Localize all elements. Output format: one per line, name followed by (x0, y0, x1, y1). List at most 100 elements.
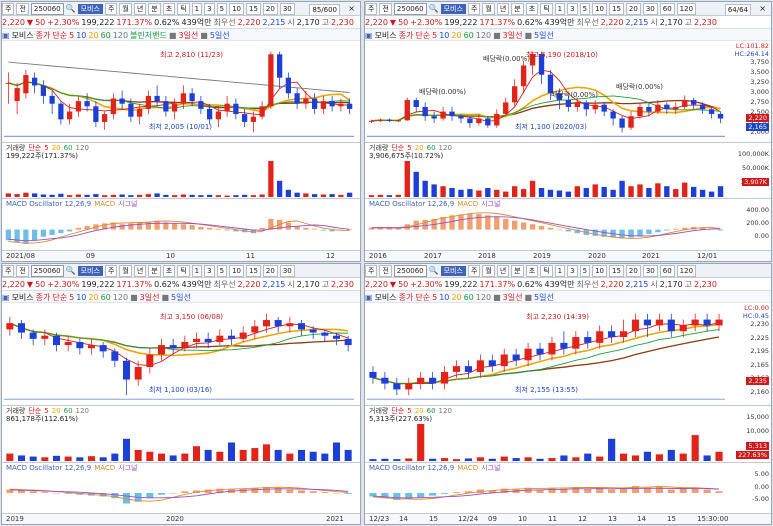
volume-plot[interactable] (367, 143, 725, 197)
dividend-event[interactable]: 배당락(0.00%) (483, 54, 530, 64)
minute-button[interactable]: 5 (216, 265, 228, 277)
minute-button[interactable]: 5 (216, 3, 228, 15)
period-button[interactable]: 년 (133, 265, 147, 277)
legend-checkbox[interactable]: ■ (169, 29, 177, 40)
minute-button[interactable]: 15 (245, 265, 261, 277)
menu-main-button[interactable]: 주 (365, 265, 378, 277)
close-icon[interactable]: × (348, 2, 355, 15)
period-button[interactable]: 년 (496, 265, 510, 277)
minute-button[interactable]: 20 (262, 3, 278, 15)
collapse-icon[interactable]: ▣ (2, 291, 10, 302)
stock-code-input[interactable]: 250060 (30, 265, 64, 277)
legend-checkbox[interactable]: ■ (161, 291, 169, 302)
menu-sub-button[interactable]: 전 (379, 3, 392, 15)
macd-plot[interactable] (367, 463, 725, 513)
period-button[interactable]: 틱 (540, 265, 553, 277)
menu-main-button[interactable]: 주 (2, 3, 15, 15)
volume-plot[interactable] (4, 406, 354, 461)
period-button[interactable]: 주 (467, 3, 481, 15)
period-button[interactable]: 주 (467, 265, 481, 277)
minute-button[interactable]: 20 (625, 265, 641, 277)
chart-pane-minute[interactable]: 주 전 250060 🔍 모비스 주 월 년 분 초 틱 1 3 5 10 15 20 30 60 120 2,220 ▼… (364, 263, 772, 525)
chart-pane-weekly[interactable]: 주 전 250060 🔍 모비스 주 월 년 분 초 틱 1 3 5 10 15 20 30 60 120 64/64 ×… (364, 1, 772, 262)
period-button[interactable]: 년 (133, 3, 147, 15)
dividend-event[interactable]: 배당락(0.00%) (616, 82, 663, 92)
volume-plot[interactable] (4, 143, 354, 197)
minute-button[interactable]: 30 (642, 3, 658, 15)
minute-button[interactable]: 10 (229, 265, 244, 277)
dividend-event[interactable]: 배당락(0.00%) (551, 90, 598, 100)
minute-button[interactable]: 3 (567, 3, 578, 15)
period-button[interactable]: 분 (148, 3, 161, 15)
minute-button[interactable]: 10 (592, 3, 607, 15)
search-icon[interactable]: 🔍 (66, 2, 76, 15)
period-button[interactable]: 초 (162, 3, 176, 15)
menu-main-button[interactable]: 주 (365, 3, 378, 15)
period-button[interactable]: 월 (482, 3, 495, 15)
minute-button[interactable]: 5 (579, 265, 591, 277)
macd-plot[interactable] (4, 199, 354, 250)
menu-sub-button[interactable]: 전 (16, 3, 29, 15)
chart-pane-daily[interactable]: 주 전 250060 🔍 모비스 주 월 년 분 초 틱 1 3 5 10 15 20 30 85/600 × 2,22… (1, 1, 361, 262)
stock-code-input[interactable]: 250060 (30, 3, 64, 15)
period-button[interactable]: 분 (511, 265, 524, 277)
period-button[interactable]: 틱 (540, 3, 553, 15)
legend-checkbox[interactable]: ■ (524, 29, 532, 40)
period-button[interactable]: 초 (525, 265, 539, 277)
minute-button[interactable]: 15 (608, 3, 624, 15)
period-button[interactable]: 월 (119, 265, 132, 277)
close-icon[interactable]: × (759, 2, 766, 15)
period-button[interactable]: 초 (525, 3, 539, 15)
search-icon[interactable]: 🔍 (429, 2, 439, 15)
minute-button[interactable]: 120 (676, 265, 697, 277)
period-button[interactable]: 분 (511, 3, 524, 15)
legend-checkbox[interactable]: ■ (493, 29, 501, 40)
collapse-icon[interactable]: ▣ (2, 29, 10, 40)
minute-button[interactable]: 5 (579, 3, 591, 15)
collapse-icon[interactable]: ▣ (365, 291, 373, 302)
minute-button[interactable]: 3 (204, 3, 215, 15)
volume-plot[interactable] (367, 406, 725, 461)
minute-button[interactable]: 30 (279, 3, 295, 15)
period-button[interactable]: 분 (148, 265, 161, 277)
period-button[interactable]: 주 (104, 3, 118, 15)
minute-button[interactable]: 60 (659, 3, 675, 15)
minute-button[interactable]: 20 (625, 3, 641, 15)
period-button[interactable]: 초 (162, 265, 176, 277)
search-icon[interactable]: 🔍 (66, 264, 76, 277)
minute-button[interactable]: 15 (245, 3, 261, 15)
legend-checkbox[interactable]: ■ (200, 29, 208, 40)
search-icon[interactable]: 🔍 (429, 264, 439, 277)
minute-button[interactable]: 1 (191, 3, 203, 15)
period-button[interactable]: 틱 (177, 265, 190, 277)
menu-sub-button[interactable]: 전 (16, 265, 29, 277)
stock-code-input[interactable]: 250060 (393, 265, 427, 277)
legend-checkbox[interactable]: ■ (524, 291, 532, 302)
minute-button[interactable]: 1 (191, 265, 203, 277)
period-button[interactable]: 주 (104, 265, 118, 277)
minute-button[interactable]: 10 (229, 3, 244, 15)
dividend-event[interactable]: 배당락(0.00%) (419, 87, 466, 97)
period-button[interactable]: 틱 (177, 3, 190, 15)
minute-button[interactable]: 60 (659, 265, 675, 277)
minute-button[interactable]: 10 (592, 265, 607, 277)
minute-button[interactable]: 3 (204, 265, 215, 277)
menu-sub-button[interactable]: 전 (379, 265, 392, 277)
chart-pane-monthly[interactable]: 주 전 250060 🔍 모비스 주 월 년 분 초 틱 1 3 5 10 15 20 30 2,220 ▼ 50 +2.… (1, 263, 361, 525)
macd-plot[interactable] (4, 463, 354, 513)
minute-button[interactable]: 1 (554, 3, 566, 15)
collapse-icon[interactable]: ▣ (365, 29, 373, 40)
minute-button[interactable]: 1 (554, 265, 566, 277)
period-button[interactable]: 월 (482, 265, 495, 277)
minute-button[interactable]: 120 (676, 3, 697, 15)
minute-button[interactable]: 30 (642, 265, 658, 277)
minute-button[interactable]: 3 (567, 265, 578, 277)
macd-plot[interactable] (367, 199, 725, 250)
period-button[interactable]: 월 (119, 3, 132, 15)
legend-checkbox[interactable]: ■ (493, 291, 501, 302)
legend-checkbox[interactable]: ■ (130, 291, 138, 302)
period-button[interactable]: 년 (496, 3, 510, 15)
menu-main-button[interactable]: 주 (2, 265, 15, 277)
minute-button[interactable]: 15 (608, 265, 624, 277)
minute-button[interactable]: 20 (262, 265, 278, 277)
